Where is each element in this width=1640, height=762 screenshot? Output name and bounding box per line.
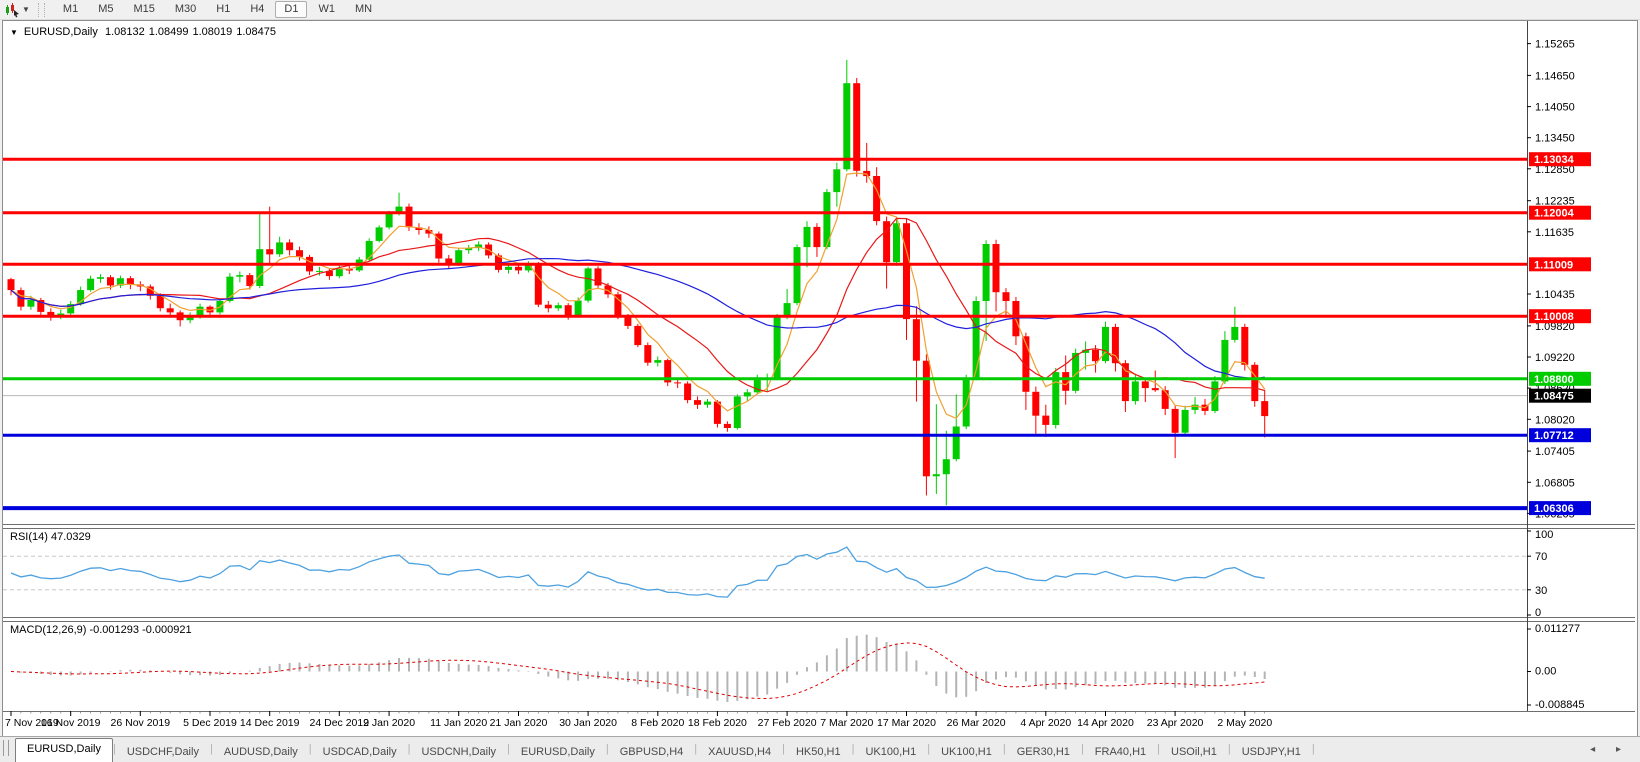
- tab-usdcnh-daily[interactable]: USDCNH,Daily: [410, 742, 507, 762]
- tab-eurusd-daily-2[interactable]: EURUSD,Daily: [510, 742, 606, 762]
- svg-text:1.11009: 1.11009: [1534, 259, 1573, 271]
- toolbar-dropdown-caret[interactable]: ▼: [22, 5, 30, 14]
- svg-text:70: 70: [1535, 551, 1547, 563]
- svg-text:23 Apr 2020: 23 Apr 2020: [1147, 717, 1204, 729]
- svg-text:18 Feb 2020: 18 Feb 2020: [688, 717, 747, 729]
- svg-text:26 Mar 2020: 26 Mar 2020: [947, 717, 1006, 729]
- chart-window: 1.152651.146501.140501.134501.128501.122…: [2, 20, 1638, 737]
- svg-text:0.00: 0.00: [1535, 666, 1556, 678]
- svg-text:4 Apr 2020: 4 Apr 2020: [1020, 717, 1071, 729]
- svg-text:1.13450: 1.13450: [1535, 133, 1575, 145]
- svg-text:1.07712: 1.07712: [1534, 430, 1574, 442]
- timeframe-d1[interactable]: D1: [275, 1, 307, 18]
- tab-audusd-daily[interactable]: AUDUSD,Daily: [213, 742, 309, 762]
- price-axis[interactable]: 1.152651.146501.140501.134501.128501.122…: [1527, 39, 1575, 521]
- macd-signal-line: [11, 643, 1265, 699]
- svg-text:8 Feb 2020: 8 Feb 2020: [631, 717, 684, 729]
- horizontal-price-lines[interactable]: [3, 159, 1527, 508]
- svg-text:1.07405: 1.07405: [1535, 446, 1575, 458]
- svg-text:17 Mar 2020: 17 Mar 2020: [877, 717, 936, 729]
- svg-text:0: 0: [1535, 607, 1541, 619]
- tab-eurusd-daily[interactable]: EURUSD,Daily: [15, 738, 113, 762]
- tab-usoil-h1[interactable]: USOil,H1: [1160, 742, 1228, 762]
- svg-text:2 Jan 2020: 2 Jan 2020: [363, 717, 415, 729]
- svg-text:1.08475: 1.08475: [1534, 391, 1574, 403]
- tab-uk100-h1-2[interactable]: UK100,H1: [930, 742, 1003, 762]
- tab-fra40-h1[interactable]: FRA40,H1: [1084, 742, 1157, 762]
- svg-text:26 Nov 2019: 26 Nov 2019: [111, 717, 171, 729]
- chart-tab-bar: EURUSD,Daily | USDCHF,Daily | AUDUSD,Dai…: [0, 736, 1640, 762]
- chart-cursor-icon[interactable]: [3, 2, 21, 18]
- macd-pane: 0.011277 0.00 -0.008845: [11, 623, 1585, 711]
- timeframe-w1[interactable]: W1: [309, 1, 344, 18]
- svg-text:14 Dec 2019: 14 Dec 2019: [240, 717, 300, 729]
- svg-text:1.08020: 1.08020: [1535, 414, 1575, 426]
- svg-text:1.10435: 1.10435: [1535, 289, 1575, 301]
- timeframe-m30[interactable]: M30: [166, 1, 205, 18]
- svg-text:2 May 2020: 2 May 2020: [1217, 717, 1272, 729]
- svg-text:7 Mar 2020: 7 Mar 2020: [820, 717, 873, 729]
- timeframe-h4[interactable]: H4: [241, 1, 273, 18]
- svg-text:100: 100: [1535, 529, 1553, 541]
- svg-text:1.08800: 1.08800: [1534, 374, 1574, 386]
- candlestick-series: [8, 60, 1269, 505]
- svg-text:5 Dec 2019: 5 Dec 2019: [183, 717, 237, 729]
- tab-ger30-h1[interactable]: GER30,H1: [1006, 742, 1081, 762]
- tab-xauusd-h4[interactable]: XAUUSD,H4: [697, 742, 782, 762]
- tab-usdchf-daily[interactable]: USDCHF,Daily: [116, 742, 210, 762]
- timeframe-m1[interactable]: M1: [54, 1, 87, 18]
- timeframe-h1[interactable]: H1: [207, 1, 239, 18]
- chart-canvas[interactable]: 1.152651.146501.140501.134501.128501.122…: [3, 21, 1635, 734]
- svg-text:30 Jan 2020: 30 Jan 2020: [559, 717, 617, 729]
- svg-text:11 Jan 2020: 11 Jan 2020: [430, 717, 487, 729]
- pane-frames: [3, 21, 1635, 712]
- timeframe-m15[interactable]: M15: [124, 1, 163, 18]
- tab-separator: |: [1312, 743, 1315, 755]
- svg-text:1.06306: 1.06306: [1534, 503, 1574, 515]
- svg-text:1.14650: 1.14650: [1535, 70, 1575, 82]
- tab-usdcad-daily[interactable]: USDCAD,Daily: [312, 742, 408, 762]
- svg-text:1.13034: 1.13034: [1534, 154, 1575, 166]
- svg-text:21 Jan 2020: 21 Jan 2020: [490, 717, 548, 729]
- tabs-scroll-left-icon[interactable]: ◂: [1590, 744, 1595, 755]
- svg-text:24 Dec 2019: 24 Dec 2019: [310, 717, 370, 729]
- rsi-pane: 100 70 30 0: [3, 529, 1553, 619]
- timeframe-m5[interactable]: M5: [89, 1, 122, 18]
- date-axis[interactable]: 7 Nov 201916 Nov 201926 Nov 20195 Dec 20…: [5, 711, 1272, 729]
- tab-gbpusd-h4[interactable]: GBPUSD,H4: [609, 742, 695, 762]
- svg-text:16 Nov 2019: 16 Nov 2019: [41, 717, 101, 729]
- svg-text:27 Feb 2020: 27 Feb 2020: [758, 717, 817, 729]
- tabs-scroll-right-icon[interactable]: ▸: [1616, 744, 1621, 755]
- svg-text:1.10008: 1.10008: [1534, 311, 1574, 323]
- svg-text:30: 30: [1535, 585, 1547, 597]
- svg-text:1.12004: 1.12004: [1534, 208, 1575, 220]
- toolbar-grip: [38, 3, 45, 17]
- svg-text:1.15265: 1.15265: [1535, 39, 1575, 51]
- tab-usdjpy-h1[interactable]: USDJPY,H1: [1231, 742, 1312, 762]
- price-badges: 1.13034 1.12004 1.11009 1.10008 1.08800 1.077…: [1529, 152, 1591, 515]
- svg-text:1.11635: 1.11635: [1535, 227, 1574, 239]
- timeframes-toolbar: ▼ M1 M5 M15 M30 H1 H4 D1 W1 MN: [0, 0, 1640, 20]
- svg-text:14 Apr 2020: 14 Apr 2020: [1077, 717, 1134, 729]
- tab-hk50-h1[interactable]: HK50,H1: [785, 742, 852, 762]
- svg-text:-0.008845: -0.008845: [1535, 699, 1585, 711]
- tabbar-grip: [3, 740, 9, 756]
- svg-text:1.14050: 1.14050: [1535, 102, 1575, 114]
- svg-text:0.011277: 0.011277: [1535, 623, 1580, 635]
- timeframe-mn[interactable]: MN: [346, 1, 381, 18]
- svg-text:1.06805: 1.06805: [1535, 477, 1575, 489]
- tab-uk100-h1[interactable]: UK100,H1: [854, 742, 927, 762]
- svg-text:1.09220: 1.09220: [1535, 352, 1575, 364]
